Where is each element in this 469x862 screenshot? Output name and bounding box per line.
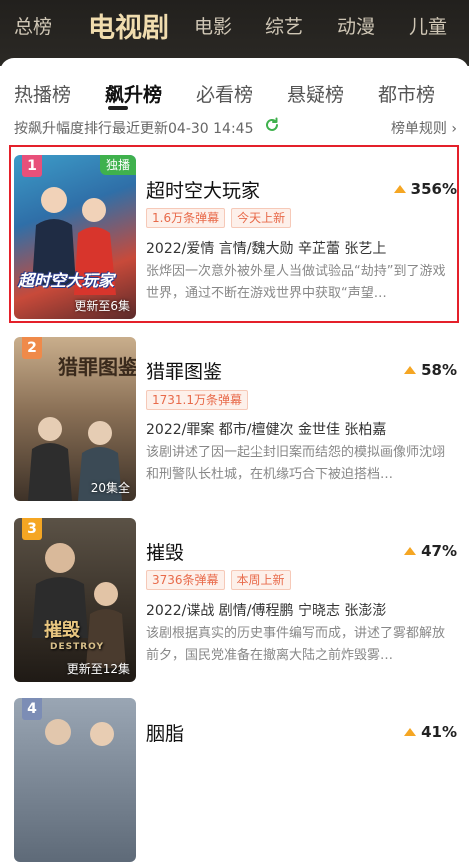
- poster-thumbnail[interactable]: 1 独播 超时空大玩家 更新至6集: [14, 155, 136, 319]
- tag-group: 1.6万条弹幕 今天上新: [146, 207, 297, 228]
- growth-rate: 58%: [404, 361, 457, 379]
- show-meta: 2022/爱情 言情/魏大勋 辛芷蕾 张艺上: [146, 241, 387, 257]
- show-meta: 2022/罪案 都市/檀健次 金世佳 张柏嘉: [146, 422, 387, 438]
- poster-title-art: 摧毁 DESTROY: [44, 620, 105, 652]
- show-title[interactable]: 胭脂: [146, 719, 184, 746]
- show-title[interactable]: 猎罪图鉴: [146, 357, 222, 384]
- category-bar: 总榜 电视剧 电影 综艺 动漫 儿童: [0, 0, 469, 66]
- subtab-urban[interactable]: 都市榜: [378, 80, 435, 107]
- up-arrow-icon: [393, 185, 406, 193]
- subtab-must-watch[interactable]: 必看榜: [196, 80, 253, 107]
- danmaku-count-tag: 3736条弹幕: [146, 570, 225, 590]
- category-tab-tv[interactable]: 电视剧: [88, 6, 169, 45]
- show-meta: 2022/谍战 剧情/傅程鹏 宁晓志 张澎澎: [146, 603, 387, 619]
- poster-thumbnail[interactable]: 3 摧毁 DESTROY 更新至12集: [14, 518, 136, 682]
- poster-art: [45, 719, 114, 746]
- category-tab-variety[interactable]: 综艺: [265, 12, 303, 39]
- sort-info-text: 按飙升幅度排行最近更新04-30 14:45: [14, 121, 254, 137]
- show-description: 该剧根据真实的历史事件编写而成，讲述了雾都解放前夕，国民党准备在撤离大陆之前炸毁…: [146, 626, 446, 663]
- rank-badge: 1: [22, 155, 42, 177]
- show-title[interactable]: 摧毁: [146, 538, 184, 565]
- category-tab-anime[interactable]: 动漫: [337, 12, 375, 39]
- tag-group: 1731.1万条弹幕: [146, 389, 254, 410]
- show-description: 该剧讲述了因一起尘封旧案而结怨的模拟画像师沈翊和刑警队长杜城，在机缘巧合下被迫搭…: [146, 445, 446, 482]
- poster-art: [32, 187, 116, 295]
- danmaku-count-tag: 1.6万条弹幕: [146, 208, 226, 228]
- subtab-hot[interactable]: 热播榜: [14, 80, 71, 107]
- rank-badge: 3: [22, 518, 42, 540]
- episode-status: 更新至12集: [66, 662, 130, 676]
- show-title[interactable]: 超时空大玩家: [146, 176, 260, 203]
- new-release-tag: 今天上新: [231, 208, 292, 228]
- subtab-suspense[interactable]: 悬疑榜: [287, 80, 344, 107]
- danmaku-count-tag: 1731.1万条弹幕: [146, 390, 248, 410]
- growth-rate: 356%: [393, 180, 457, 198]
- up-arrow-icon: [404, 728, 417, 736]
- episode-status: 更新至6集: [74, 299, 130, 313]
- new-release-tag: 本周上新: [230, 570, 291, 590]
- poster-thumbnail[interactable]: 4: [14, 698, 136, 862]
- rank-badge: 2: [22, 337, 42, 359]
- exclusive-badge: 独播: [99, 155, 136, 175]
- up-arrow-icon: [404, 366, 417, 374]
- rank-badge: 4: [22, 698, 42, 720]
- poster-title-art: 超时空大玩家: [18, 271, 115, 290]
- show-description: 张烨因一次意外被外星人当做试验品“劫持”到了游戏世界，通过不断在游戏世界中获取“…: [146, 264, 446, 301]
- category-tab-all[interactable]: 总榜: [14, 12, 52, 39]
- episode-status: 20集全: [90, 481, 130, 495]
- category-tab-kids[interactable]: 儿童: [409, 12, 447, 39]
- poster-art: [32, 543, 126, 668]
- ranking-rules-link[interactable]: 榜单规则 ›: [391, 118, 457, 138]
- poster-title-art: 猎罪图鉴: [58, 355, 136, 379]
- subtab-rising[interactable]: 飙升榜: [105, 80, 162, 107]
- active-tab-indicator: [108, 106, 128, 110]
- refresh-icon[interactable]: [264, 117, 280, 133]
- category-tab-movie[interactable]: 电影: [194, 12, 232, 39]
- tag-group: 3736条弹幕 本周上新: [146, 569, 297, 590]
- up-arrow-icon: [404, 547, 417, 555]
- growth-rate: 41%: [404, 723, 457, 741]
- growth-rate: 47%: [404, 542, 457, 560]
- poster-thumbnail[interactable]: 2 猎罪图鉴 20集全: [14, 337, 136, 501]
